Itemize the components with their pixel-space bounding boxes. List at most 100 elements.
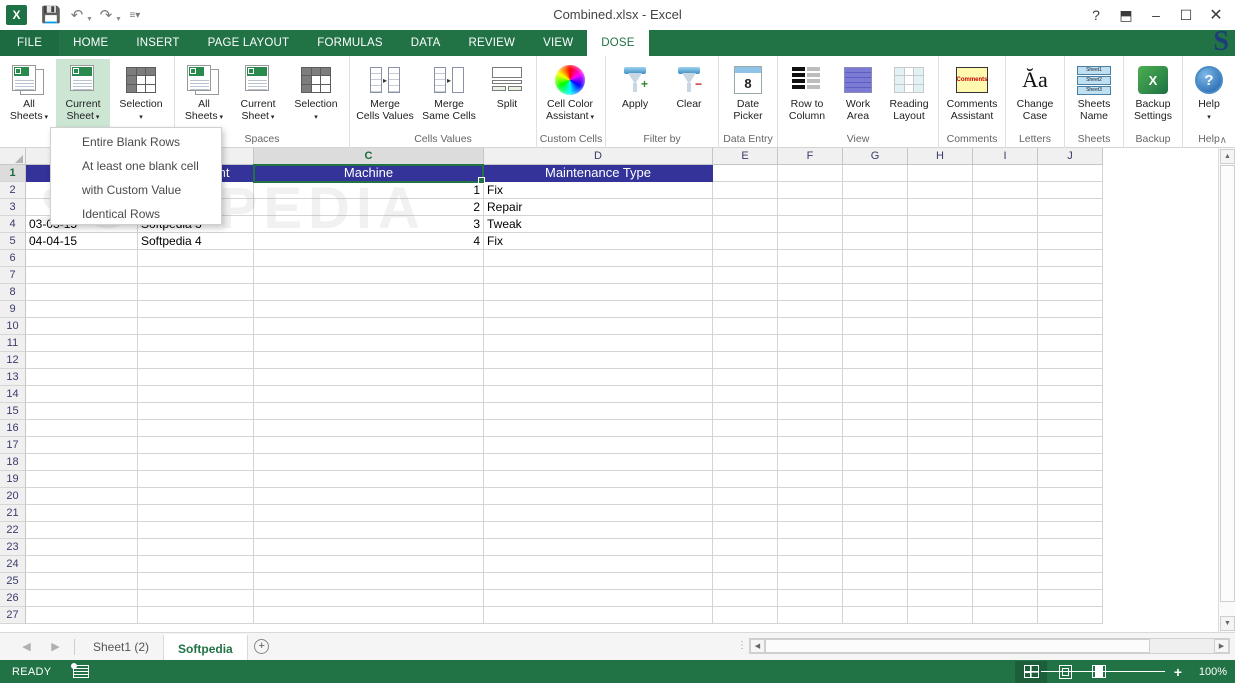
cell-B14[interactable] <box>138 386 254 403</box>
cell-F15[interactable] <box>778 403 843 420</box>
cell-H13[interactable] <box>908 369 973 386</box>
cell-F10[interactable] <box>778 318 843 335</box>
cell-B24[interactable] <box>138 556 254 573</box>
row-header-20[interactable]: 20 <box>0 488 26 505</box>
cell-C21[interactable] <box>254 505 484 522</box>
cell-B20[interactable] <box>138 488 254 505</box>
column-header-E[interactable]: E <box>713 148 778 165</box>
cell-A17[interactable] <box>26 437 138 454</box>
ribbon-button-merge-same-cells[interactable]: ▸ Merge Same Cells <box>418 59 480 122</box>
row-header-21[interactable]: 21 <box>0 505 26 522</box>
cell-F12[interactable] <box>778 352 843 369</box>
cell-E10[interactable] <box>713 318 778 335</box>
column-header-C[interactable]: C <box>254 148 484 165</box>
cell-A19[interactable] <box>26 471 138 488</box>
cell-H21[interactable] <box>908 505 973 522</box>
cell-B12[interactable] <box>138 352 254 369</box>
ribbon-button-help[interactable]: ? Help ▾ <box>1185 59 1233 123</box>
zoom-slider[interactable] <box>1041 665 1165 678</box>
cell-J21[interactable] <box>1038 505 1103 522</box>
cell-I10[interactable] <box>973 318 1038 335</box>
split-handle-icon[interactable]: ⋮ <box>735 641 749 651</box>
column-header-D[interactable]: D <box>484 148 713 165</box>
cell-I18[interactable] <box>973 454 1038 471</box>
cell-H9[interactable] <box>908 301 973 318</box>
cell-D4[interactable]: Tweak <box>484 216 713 233</box>
maximize-button[interactable]: ☐ <box>1171 2 1201 28</box>
row-header-14[interactable]: 14 <box>0 386 26 403</box>
cell-J2[interactable] <box>1038 182 1103 199</box>
cell-J12[interactable] <box>1038 352 1103 369</box>
cell-D24[interactable] <box>484 556 713 573</box>
column-header-I[interactable]: I <box>973 148 1038 165</box>
cell-F18[interactable] <box>778 454 843 471</box>
cell-F13[interactable] <box>778 369 843 386</box>
cell-A12[interactable] <box>26 352 138 369</box>
cell-A10[interactable] <box>26 318 138 335</box>
cell-G27[interactable] <box>843 607 908 624</box>
cell-B21[interactable] <box>138 505 254 522</box>
cell-I11[interactable] <box>973 335 1038 352</box>
cell-G15[interactable] <box>843 403 908 420</box>
cell-G20[interactable] <box>843 488 908 505</box>
ribbon-button-selection[interactable]: Selection ▾ <box>285 59 347 123</box>
cell-B8[interactable] <box>138 284 254 301</box>
cell-H20[interactable] <box>908 488 973 505</box>
cell-C20[interactable] <box>254 488 484 505</box>
cell-A18[interactable] <box>26 454 138 471</box>
cell-H24[interactable] <box>908 556 973 573</box>
cell-A6[interactable] <box>26 250 138 267</box>
ribbon-display-options-button[interactable]: ⬒ <box>1111 2 1141 28</box>
cell-E25[interactable] <box>713 573 778 590</box>
vscroll-track[interactable] <box>1220 165 1235 615</box>
cell-E4[interactable] <box>713 216 778 233</box>
cell-E22[interactable] <box>713 522 778 539</box>
cell-F27[interactable] <box>778 607 843 624</box>
cell-E15[interactable] <box>713 403 778 420</box>
menu-item-at-least-one-blank-cell[interactable]: At least one blank cell <box>51 154 221 178</box>
cell-C25[interactable] <box>254 573 484 590</box>
redo-dropdown-icon[interactable]: ▼ <box>115 16 122 30</box>
cell-J13[interactable] <box>1038 369 1103 386</box>
row-header-5[interactable]: 5 <box>0 233 26 250</box>
cell-H15[interactable] <box>908 403 973 420</box>
cell-I14[interactable] <box>973 386 1038 403</box>
cell-I15[interactable] <box>973 403 1038 420</box>
scroll-down-icon[interactable]: ▼ <box>1220 616 1235 631</box>
cell-H11[interactable] <box>908 335 973 352</box>
cell-H5[interactable] <box>908 233 973 250</box>
cell-E1[interactable] <box>713 165 778 182</box>
cell-C19[interactable] <box>254 471 484 488</box>
tab-home[interactable]: HOME <box>59 30 122 56</box>
cell-B17[interactable] <box>138 437 254 454</box>
dropdown-caret-icon[interactable]: ▾ <box>589 114 595 121</box>
cell-H22[interactable] <box>908 522 973 539</box>
cell-C2[interactable]: 1 <box>254 182 484 199</box>
cell-J19[interactable] <box>1038 471 1103 488</box>
ribbon-button-cell-color-assistant[interactable]: Cell Color Assistant ▾ <box>539 59 601 123</box>
row-header-6[interactable]: 6 <box>0 250 26 267</box>
cell-D10[interactable] <box>484 318 713 335</box>
cell-I27[interactable] <box>973 607 1038 624</box>
sheet-tab-sheet1-2-[interactable]: Sheet1 (2) <box>79 634 163 660</box>
cell-C5[interactable]: 4 <box>254 233 484 250</box>
cell-F4[interactable] <box>778 216 843 233</box>
ribbon-button-all-sheets[interactable]: All Sheets ▾ <box>177 59 231 123</box>
dropdown-caret-icon[interactable]: ▾ <box>218 114 224 121</box>
row-header-15[interactable]: 15 <box>0 403 26 420</box>
cell-B25[interactable] <box>138 573 254 590</box>
cell-A26[interactable] <box>26 590 138 607</box>
tab-review[interactable]: REVIEW <box>455 30 530 56</box>
row-header-22[interactable]: 22 <box>0 522 26 539</box>
cell-D22[interactable] <box>484 522 713 539</box>
cell-I20[interactable] <box>973 488 1038 505</box>
cell-F9[interactable] <box>778 301 843 318</box>
cell-E27[interactable] <box>713 607 778 624</box>
cell-G5[interactable] <box>843 233 908 250</box>
hscroll-right-icon[interactable]: ▶ <box>1214 639 1229 653</box>
cell-I19[interactable] <box>973 471 1038 488</box>
cell-D9[interactable] <box>484 301 713 318</box>
cell-E19[interactable] <box>713 471 778 488</box>
cell-E2[interactable] <box>713 182 778 199</box>
cell-J5[interactable] <box>1038 233 1103 250</box>
